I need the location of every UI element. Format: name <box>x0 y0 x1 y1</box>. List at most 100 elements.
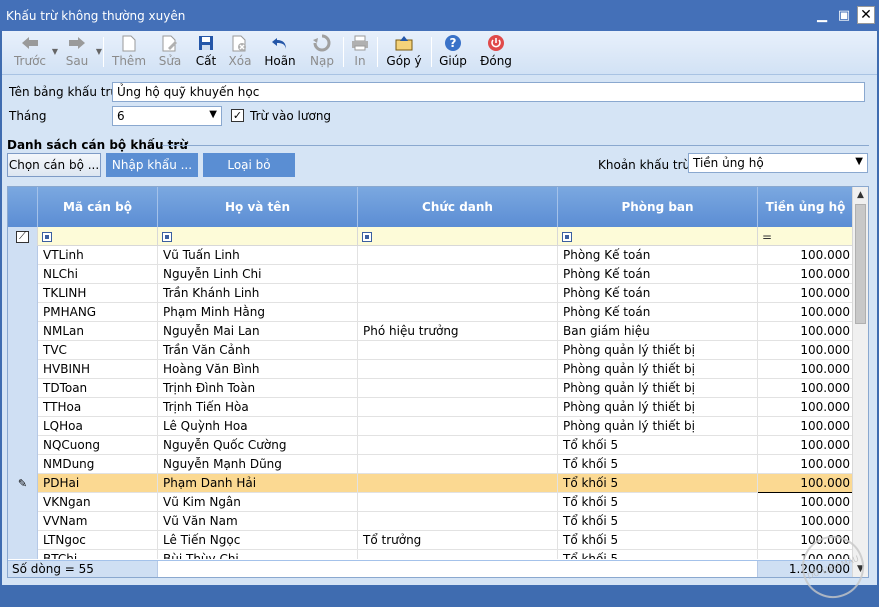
dropdown-arrow-icon[interactable]: ▼ <box>96 47 102 56</box>
cell-amount[interactable]: 100.000 <box>758 246 853 265</box>
cell-amount[interactable]: 100.000 <box>758 360 853 379</box>
row-indicator[interactable] <box>8 550 38 559</box>
table-row[interactable]: TVC Trần Văn Cảnh Phòng quản lý thiết bị 10… <box>8 341 853 360</box>
row-indicator[interactable]: ✎ <box>8 474 38 493</box>
scroll-up-icon[interactable]: ▲ <box>853 187 868 203</box>
cell-name[interactable]: Bùi Thùy Chi <box>158 550 358 559</box>
table-row[interactable]: TKLINH Trần Khánh Linh Phòng Kế toán 100.00… <box>8 284 853 303</box>
cell-title[interactable] <box>358 284 558 303</box>
cell-title[interactable] <box>358 360 558 379</box>
row-indicator[interactable] <box>8 246 38 265</box>
table-row[interactable]: LQHoa Lê Quỳnh Hoa Phòng quản lý thiết bị 1… <box>8 417 853 436</box>
maximize-button[interactable]: ▣ <box>835 6 853 24</box>
cell-dept[interactable]: Phòng Kế toán <box>558 284 758 303</box>
cell-title[interactable] <box>358 246 558 265</box>
filter-code[interactable] <box>38 227 158 246</box>
cell-name[interactable]: Vũ Tuấn Linh <box>158 246 358 265</box>
cell-dept[interactable]: Phòng quản lý thiết bị <box>558 379 758 398</box>
column-header-code[interactable]: Mã cán bộ <box>38 187 158 227</box>
cell-title[interactable] <box>358 265 558 284</box>
deduction-type-select[interactable]: Tiền ủng hộ ▼ <box>688 153 868 173</box>
cell-name[interactable]: Trịnh Tiến Hòa <box>158 398 358 417</box>
column-header-amount[interactable]: Tiền ủng hộ <box>758 187 853 227</box>
cell-amount[interactable]: 100.000 <box>758 493 853 512</box>
vertical-scrollbar[interactable]: ▲ ▼ <box>852 187 868 577</box>
cell-amount[interactable]: 100.000 <box>758 455 853 474</box>
cell-dept[interactable]: Phòng quản lý thiết bị <box>558 417 758 436</box>
next-button[interactable]: Sau ▼ <box>60 33 102 73</box>
cell-name[interactable]: Phạm Minh Hằng <box>158 303 358 322</box>
cell-name[interactable]: Nguyễn Mạnh Dũng <box>158 455 358 474</box>
cell-dept[interactable]: Phòng Kế toán <box>558 265 758 284</box>
cell-name[interactable]: Trần Văn Cảnh <box>158 341 358 360</box>
cell-dept[interactable]: Tổ khối 5 <box>558 455 758 474</box>
cell-amount[interactable]: 100.000 <box>758 379 853 398</box>
cell-title[interactable] <box>358 398 558 417</box>
cell-title[interactable]: Tổ trưởng <box>358 531 558 550</box>
cell-dept[interactable]: Tổ khối 5 <box>558 531 758 550</box>
cell-dept[interactable]: Tổ khối 5 <box>558 512 758 531</box>
cell-code[interactable]: VVNam <box>38 512 158 531</box>
cell-amount[interactable]: 100.000 <box>758 474 853 493</box>
row-indicator[interactable] <box>8 265 38 284</box>
column-header-title[interactable]: Chức danh <box>358 187 558 227</box>
cell-title[interactable] <box>358 436 558 455</box>
cell-dept[interactable]: Tổ khối 5 <box>558 550 758 559</box>
cell-amount[interactable]: 100.000 <box>758 436 853 455</box>
cell-title[interactable] <box>358 550 558 559</box>
dropdown-arrow-icon[interactable]: ▼ <box>52 47 58 56</box>
close-window-button[interactable]: ✕ <box>857 6 875 24</box>
minimize-button[interactable]: ▁ <box>813 6 831 24</box>
table-row[interactable]: PMHANG Phạm Minh Hằng Phòng Kế toán 100.000 <box>8 303 853 322</box>
edit-button[interactable]: Sửa <box>154 33 186 73</box>
table-row[interactable]: TDToan Trịnh Đình Toàn Phòng quản lý thiết… <box>8 379 853 398</box>
table-row[interactable]: NQCuong Nguyễn Quốc Cường Tổ khối 5 100.000 <box>8 436 853 455</box>
cell-amount[interactable]: 100.000 <box>758 284 853 303</box>
undo-button[interactable]: Hoãn <box>263 33 297 73</box>
table-row[interactable]: TTHoa Trịnh Tiến Hòa Phòng quản lý thiết b… <box>8 398 853 417</box>
cell-dept[interactable]: Phòng quản lý thiết bị <box>558 398 758 417</box>
print-button[interactable]: In <box>349 33 371 73</box>
cell-name[interactable]: Vũ Văn Nam <box>158 512 358 531</box>
cell-code[interactable]: NMDung <box>38 455 158 474</box>
cell-name[interactable]: Vũ Kim Ngân <box>158 493 358 512</box>
cell-code[interactable]: HVBINH <box>38 360 158 379</box>
row-indicator[interactable] <box>8 512 38 531</box>
scroll-thumb[interactable] <box>855 204 866 324</box>
cell-title[interactable] <box>358 493 558 512</box>
chevron-down-icon[interactable]: ▼ <box>209 107 217 123</box>
cell-dept[interactable]: Tổ khối 5 <box>558 436 758 455</box>
cell-amount[interactable]: 100.000 <box>758 303 853 322</box>
cell-code[interactable]: LTNgoc <box>38 531 158 550</box>
cell-code[interactable]: NQCuong <box>38 436 158 455</box>
help-button[interactable]: ? Giúp <box>438 33 468 73</box>
cell-title[interactable] <box>358 455 558 474</box>
row-indicator[interactable] <box>8 379 38 398</box>
cell-amount[interactable]: 100.000 <box>758 417 853 436</box>
cell-code[interactable]: NMLan <box>38 322 158 341</box>
table-row[interactable]: NLChi Nguyễn Linh Chi Phòng Kế toán 100.000 <box>8 265 853 284</box>
cell-code[interactable]: VKNgan <box>38 493 158 512</box>
row-indicator[interactable] <box>8 341 38 360</box>
filter-title[interactable] <box>358 227 558 246</box>
cell-title[interactable] <box>358 303 558 322</box>
filter-amount[interactable]: = <box>758 227 853 246</box>
cell-dept[interactable]: Phòng quản lý thiết bị <box>558 360 758 379</box>
column-header-dept[interactable]: Phòng ban <box>558 187 758 227</box>
cell-code[interactable]: BTChi <box>38 550 158 559</box>
cell-name[interactable]: Lê Tiến Ngọc <box>158 531 358 550</box>
row-indicator[interactable] <box>8 436 38 455</box>
cell-amount[interactable]: 100.000 <box>758 398 853 417</box>
cell-title[interactable] <box>358 341 558 360</box>
row-indicator[interactable] <box>8 398 38 417</box>
cell-code[interactable]: PMHANG <box>38 303 158 322</box>
remove-button[interactable]: Loại bỏ <box>203 153 295 177</box>
cell-name[interactable]: Nguyễn Quốc Cường <box>158 436 358 455</box>
load-button[interactable]: Nạp <box>307 33 337 73</box>
cell-dept[interactable]: Tổ khối 5 <box>558 493 758 512</box>
table-name-input[interactable]: Ủng hộ quỹ khuyến học <box>112 82 865 102</box>
cell-code[interactable]: TVC <box>38 341 158 360</box>
cell-code[interactable]: TKLINH <box>38 284 158 303</box>
feedback-button[interactable]: Góp ý <box>384 33 424 73</box>
cell-name[interactable]: Trần Khánh Linh <box>158 284 358 303</box>
